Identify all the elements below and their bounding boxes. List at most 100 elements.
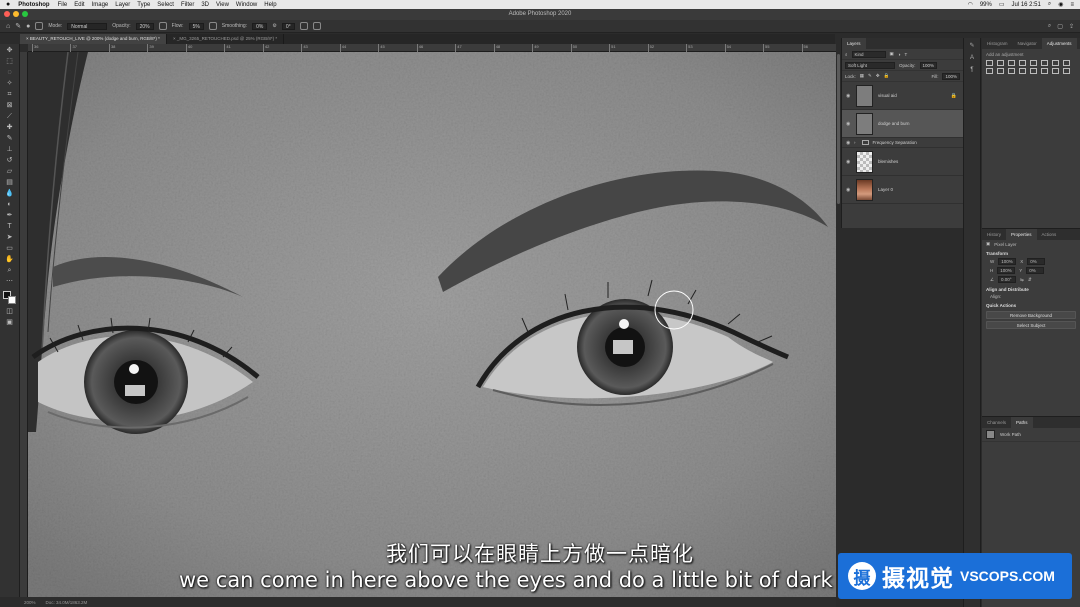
lasso-tool-icon[interactable]: ◌: [5, 69, 14, 77]
menu-image[interactable]: Image: [92, 2, 109, 8]
screen-mode-icon[interactable]: ▣: [5, 319, 14, 327]
smoothing-field[interactable]: 0%: [252, 22, 268, 30]
tab-actions[interactable]: Actions: [1037, 229, 1062, 240]
remove-background-button[interactable]: Remove Background: [986, 311, 1076, 319]
airbrush-icon[interactable]: [208, 22, 217, 30]
clock-label[interactable]: Jul 16 2:51: [1012, 2, 1041, 8]
menu-view[interactable]: View: [216, 2, 229, 8]
opacity-field[interactable]: 20%: [135, 22, 154, 30]
search-icon[interactable]: ⌕: [1048, 1, 1051, 8]
tab-navigator[interactable]: Navigator: [1013, 38, 1042, 49]
wifi-icon[interactable]: ◠: [968, 1, 973, 8]
color-lookup-icon[interactable]: [1008, 68, 1015, 74]
battery-icon[interactable]: ▭: [999, 1, 1005, 8]
menu-window[interactable]: Window: [236, 2, 257, 8]
character-icon[interactable]: A: [970, 55, 974, 61]
flow-field[interactable]: 5%: [188, 22, 204, 30]
zoom-tool-icon[interactable]: ⌕: [5, 267, 14, 275]
battery-label[interactable]: 99%: [980, 2, 992, 8]
share-icon[interactable]: ⇪: [1069, 23, 1074, 30]
type-tool-icon[interactable]: T: [5, 223, 14, 231]
kind-dropdown[interactable]: Kind: [851, 50, 886, 58]
gradient-tool-icon[interactable]: ▤: [5, 179, 14, 187]
brush-settings-icon[interactable]: [35, 22, 44, 30]
flip-horizontal-icon[interactable]: ⇋: [1020, 277, 1024, 283]
control-center-icon[interactable]: ≡: [1070, 2, 1074, 8]
quick-select-tool-icon[interactable]: ✧: [5, 80, 14, 88]
blend-mode-dropdown[interactable]: Soft Light: [845, 61, 895, 69]
menu-app-name[interactable]: Photoshop: [18, 2, 49, 8]
invert-icon[interactable]: [1019, 68, 1026, 74]
visibility-eye-icon[interactable]: ◉: [846, 121, 854, 127]
menu-file[interactable]: File: [58, 2, 68, 8]
photo-filter-icon[interactable]: [986, 68, 993, 74]
tab-adjustments[interactable]: Adjustments: [1041, 38, 1077, 49]
layer-dodge-and-burn[interactable]: ◉ dodge and burn: [842, 110, 963, 138]
background-color-swatch[interactable]: [7, 296, 16, 304]
layer-blemishes[interactable]: ◉ blemishes: [842, 148, 963, 176]
menu-layer[interactable]: Layer: [115, 2, 130, 8]
blur-tool-icon[interactable]: 💧: [5, 190, 14, 198]
brush-settings-icon[interactable]: ✎: [969, 42, 974, 49]
width-field[interactable]: 100%: [998, 258, 1017, 265]
pressure-size-icon[interactable]: [299, 22, 308, 30]
crop-tool-icon[interactable]: ⌗: [5, 91, 14, 99]
smoothing-gear-icon[interactable]: ⚙: [272, 23, 276, 29]
threshold-icon[interactable]: [1041, 68, 1048, 74]
x-field[interactable]: 0%: [1027, 258, 1046, 265]
layer-layer-0[interactable]: ◉ Layer 0: [842, 176, 963, 204]
rectangle-tool-icon[interactable]: ▭: [5, 245, 14, 253]
levels-icon[interactable]: [997, 60, 1004, 66]
paragraph-icon[interactable]: ¶: [970, 67, 973, 73]
dodge-tool-icon[interactable]: ◐: [5, 201, 14, 209]
visibility-eye-icon[interactable]: ◉: [846, 187, 854, 193]
quick-actions-title[interactable]: Quick Actions: [982, 300, 1080, 309]
mode-dropdown[interactable]: Normal: [67, 22, 108, 30]
menu-type[interactable]: Type: [137, 2, 150, 8]
home-icon[interactable]: ⌂: [6, 23, 10, 30]
select-subject-button[interactable]: Select Subject: [986, 321, 1076, 329]
healing-brush-tool-icon[interactable]: ✚: [5, 124, 14, 132]
filter-image-icon[interactable]: ▣: [890, 51, 894, 57]
scrollbar-thumb[interactable]: [837, 54, 840, 204]
fill-field[interactable]: 100%: [942, 72, 960, 80]
layer-visual-aid[interactable]: ◉ visual aid 🔒: [842, 82, 963, 110]
flip-vertical-icon[interactable]: ⇵: [1028, 277, 1032, 283]
tab-channels[interactable]: Channels: [982, 417, 1011, 428]
menu-edit[interactable]: Edit: [74, 2, 84, 8]
pressure-opacity-icon[interactable]: [158, 22, 167, 30]
history-brush-tool-icon[interactable]: ↺: [5, 157, 14, 165]
channel-mixer-icon[interactable]: [997, 68, 1004, 74]
curves-icon[interactable]: [1008, 60, 1015, 66]
frame-tool-icon[interactable]: ⊠: [5, 102, 14, 110]
align-section-title[interactable]: Align and Distribute: [982, 284, 1080, 293]
tab-paths[interactable]: Paths: [1011, 417, 1033, 428]
path-item-work-path[interactable]: Work Path: [982, 428, 1080, 442]
layer-group-frequency-separation[interactable]: ◉ › Frequency Separation: [842, 138, 963, 148]
posterize-icon[interactable]: [1030, 68, 1037, 74]
symmetry-icon[interactable]: [312, 22, 321, 30]
lock-move-icon[interactable]: ✥: [876, 73, 880, 79]
menu-help[interactable]: Help: [264, 2, 276, 8]
pen-tool-icon[interactable]: ✒: [5, 212, 14, 220]
menu-3d[interactable]: 3D: [201, 2, 209, 8]
path-select-tool-icon[interactable]: ➤: [5, 234, 14, 242]
more-tools-icon[interactable]: ⋯: [5, 278, 14, 286]
apple-icon[interactable]: ●: [6, 1, 10, 8]
lock-all-icon[interactable]: 🔒: [884, 73, 890, 79]
selective-color-icon[interactable]: [1063, 68, 1070, 74]
eraser-tool-icon[interactable]: ▱: [5, 168, 14, 176]
color-balance-icon[interactable]: [1052, 60, 1059, 66]
menu-filter[interactable]: Filter: [181, 2, 194, 8]
doc-size[interactable]: Doc: 34.0M/1863.2M: [46, 600, 88, 605]
marquee-tool-icon[interactable]: ⬚: [5, 58, 14, 66]
search-icon[interactable]: ⌕: [1048, 23, 1051, 30]
y-field[interactable]: 0%: [1026, 267, 1045, 274]
angle-field[interactable]: 0°: [281, 22, 295, 30]
move-tool-icon[interactable]: ✥: [5, 47, 14, 55]
filter-type-icon[interactable]: T: [905, 52, 908, 57]
transform-section-title[interactable]: Transform: [982, 248, 1080, 257]
gradient-map-icon[interactable]: [1052, 68, 1059, 74]
layer-opacity-field[interactable]: 100%: [919, 61, 938, 69]
lock-pixels-icon[interactable]: ▦: [860, 73, 864, 79]
